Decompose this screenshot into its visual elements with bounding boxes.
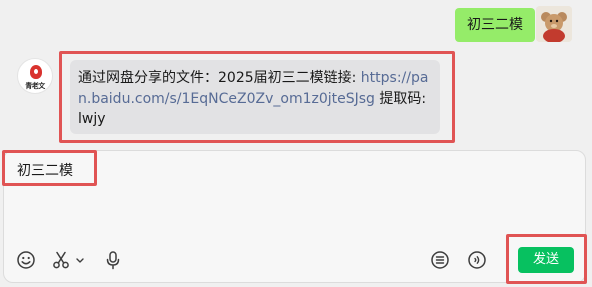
self-avatar[interactable] [536,6,572,42]
emoji-icon[interactable] [16,250,36,270]
composer-input[interactable]: 初三二模 [17,161,73,181]
outgoing-message-bubble[interactable]: 初三二模 [455,8,535,42]
voice-message-icon[interactable] [467,250,487,270]
scissors-icon[interactable] [51,250,71,270]
chevron-down-icon[interactable] [73,250,87,270]
incoming-message-prefix: 通过网盘分享的文件：2025届初三二模链接: [78,70,361,86]
send-button[interactable]: 发送 [518,247,574,273]
peer-avatar[interactable]: 青老文 [17,58,53,94]
incoming-message-bubble[interactable]: 通过网盘分享的文件：2025届初三二模链接: https://pan.baidu… [70,60,440,134]
message-composer[interactable] [3,150,586,283]
logo-mark-icon [30,65,42,79]
peer-avatar-logo-text: 青老文 [25,82,45,90]
chat-message-area: 初三二模 青老文 通过网盘分享的文件：2025届初三二模链接: https://… [0,0,592,150]
microphone-icon[interactable] [103,250,123,270]
teddy-bear-avatar-image [536,6,572,42]
chat-history-icon[interactable] [430,250,450,270]
